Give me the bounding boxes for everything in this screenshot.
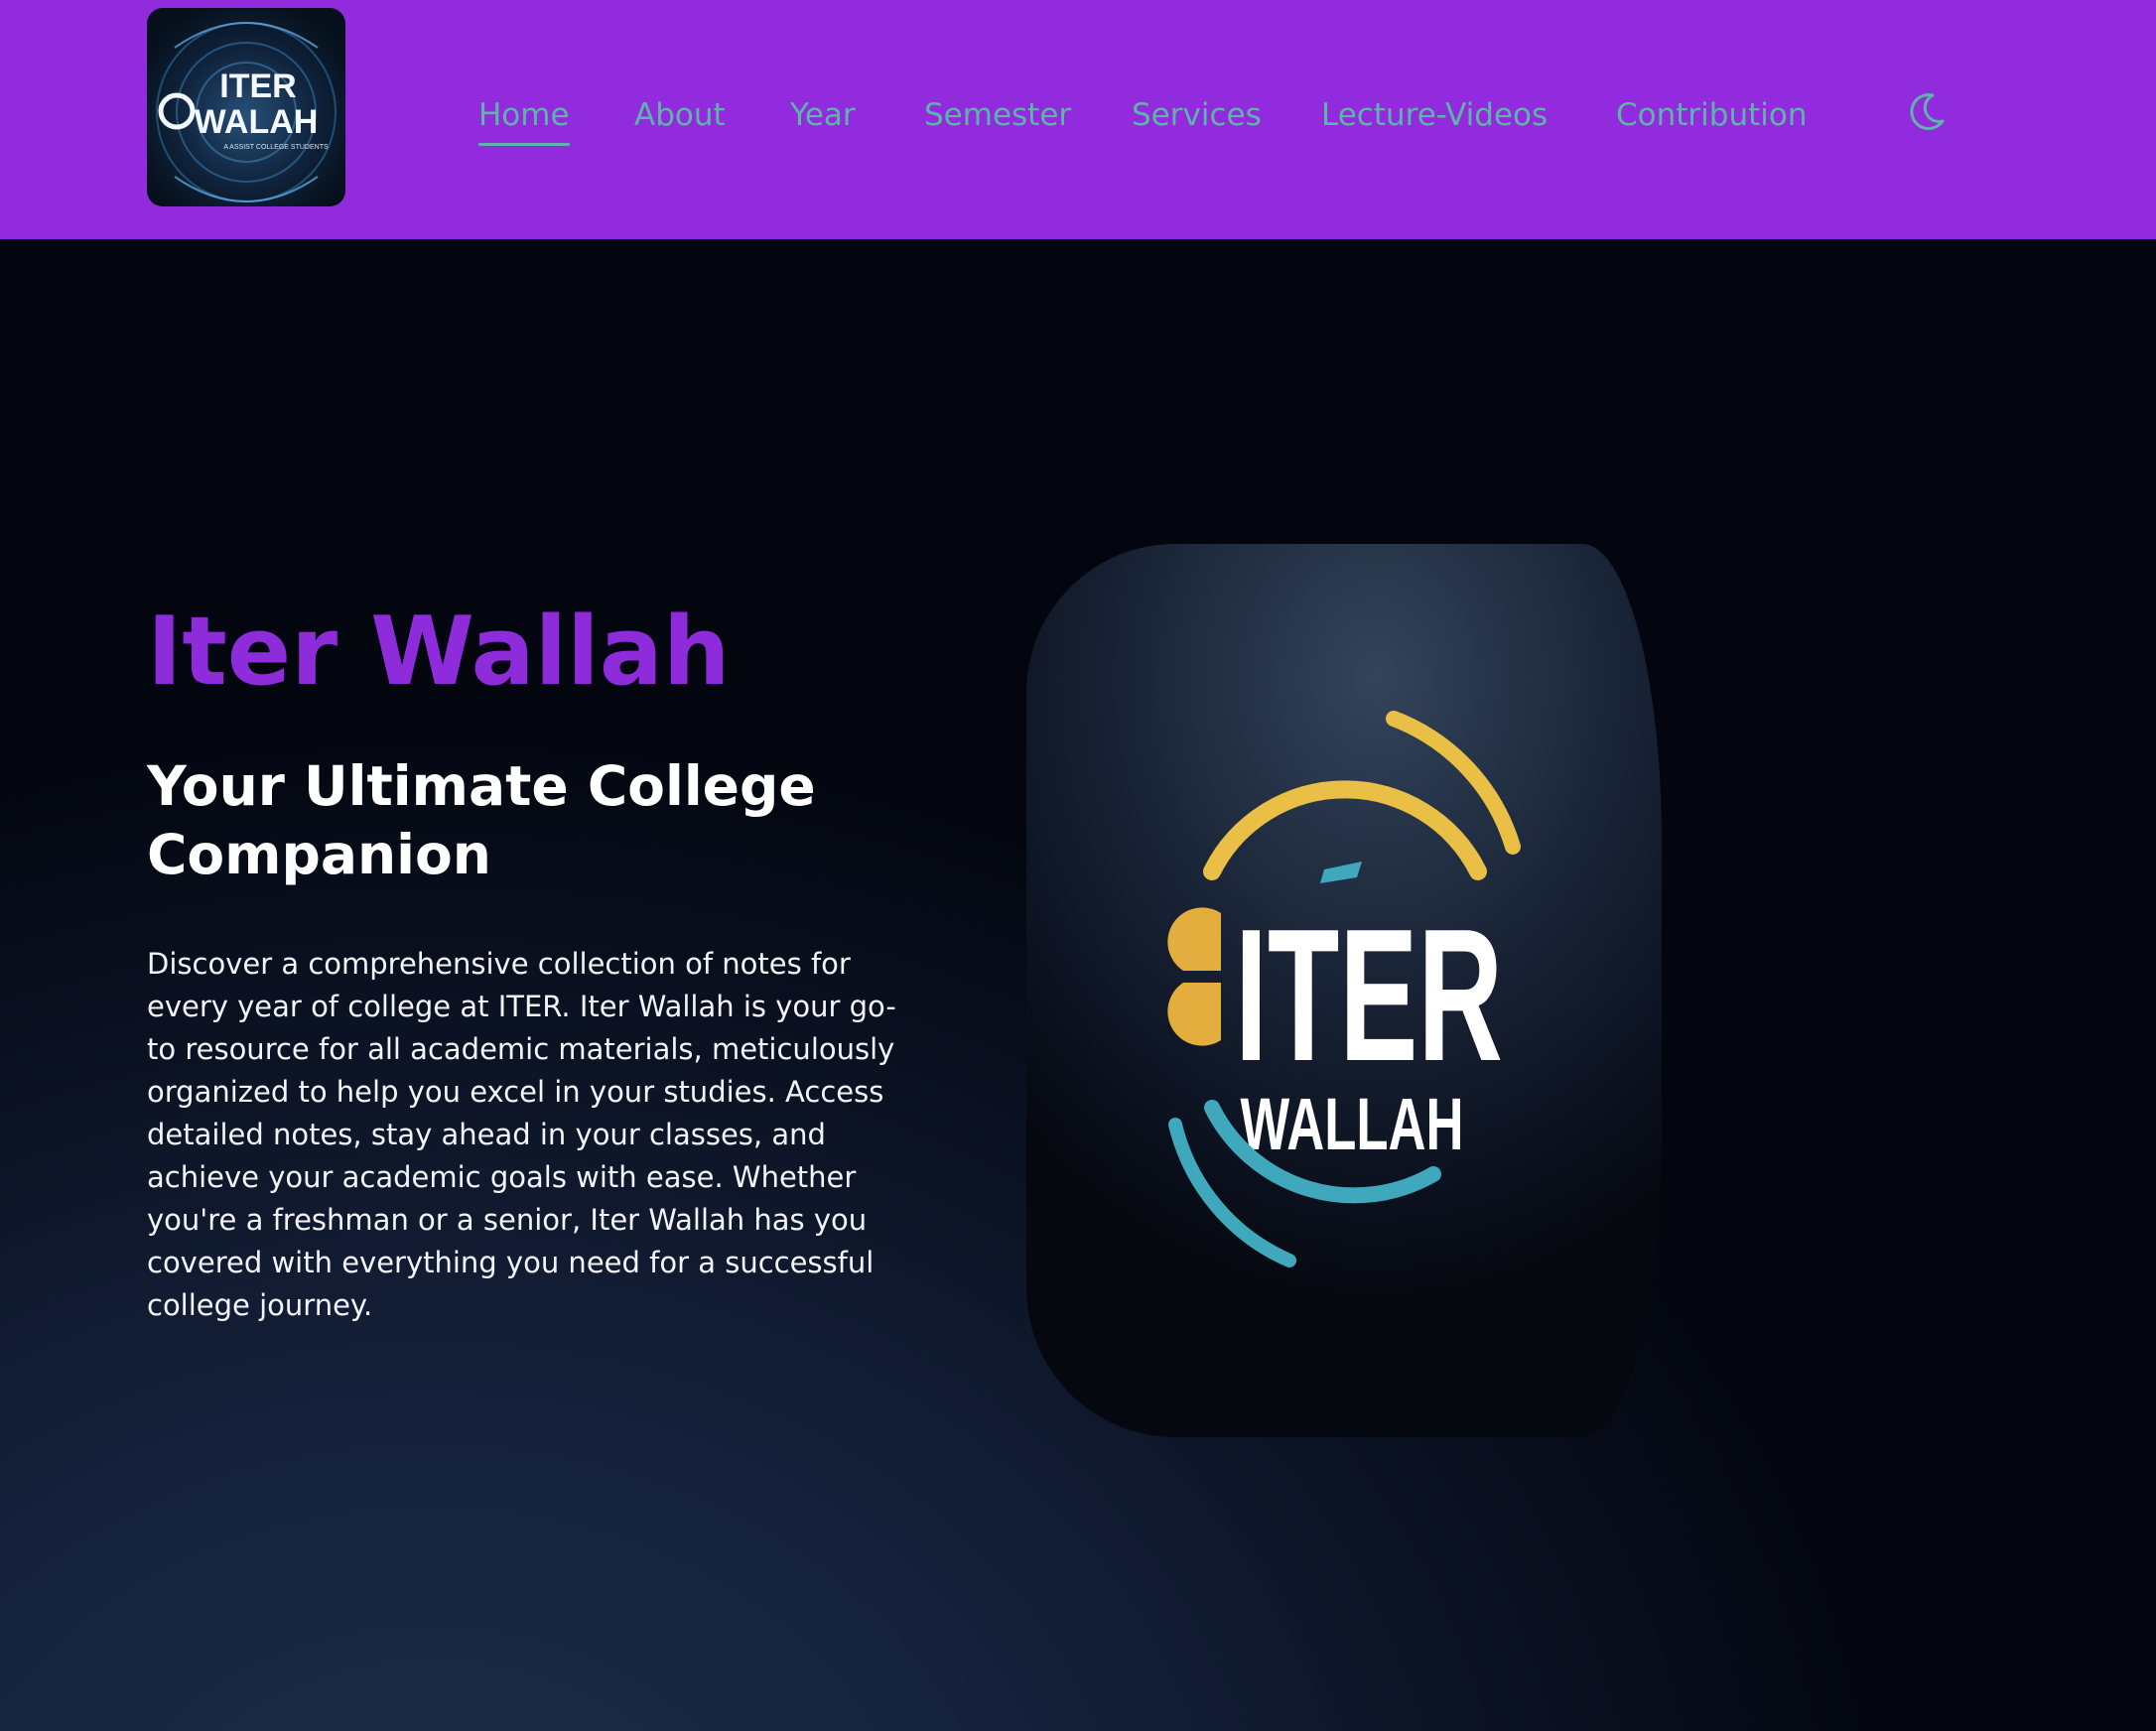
hero-subtitle: Your Ultimate College Companion [147, 754, 816, 886]
hero-description: Discover a comprehensive collection of n… [147, 947, 896, 1322]
svg-text:A ASSIST COLLEGE STUDENTS: A ASSIST COLLEGE STUDENTS [223, 144, 329, 151]
hero-title: Iter Wallah [147, 598, 731, 707]
theme-toggle-button[interactable] [1903, 87, 1951, 135]
moon-icon [1910, 93, 1945, 130]
nav-semester[interactable]: Semester [924, 92, 1071, 138]
svg-text:WALAH: WALAH [195, 103, 319, 141]
nav-year[interactable]: Year [790, 92, 856, 138]
hero-logo-image: ITER WALLAH [1026, 544, 1662, 1437]
nav-lecture-videos[interactable]: Lecture-Videos [1321, 92, 1548, 138]
site-logo[interactable]: ITER WALAH A ASSIST COLLEGE STUDENTS [147, 8, 345, 206]
logo-graphic: ITER WALAH A ASSIST COLLEGE STUDENTS [156, 22, 337, 202]
svg-text:ITER: ITER [1235, 890, 1503, 1101]
iter-wallah-emblem: ITER WALLAH [1167, 711, 1521, 1267]
svg-text:ITER: ITER [219, 67, 296, 105]
nav-home[interactable]: Home [478, 92, 570, 146]
nav-about[interactable]: About [634, 92, 726, 138]
navbar: ITER WALAH A ASSIST COLLEGE STUDENTS Hom… [0, 0, 2156, 239]
nav-services[interactable]: Services [1132, 92, 1262, 138]
svg-text:WALLAH: WALLAH [1241, 1083, 1464, 1165]
nav-contribution[interactable]: Contribution [1616, 92, 1807, 138]
